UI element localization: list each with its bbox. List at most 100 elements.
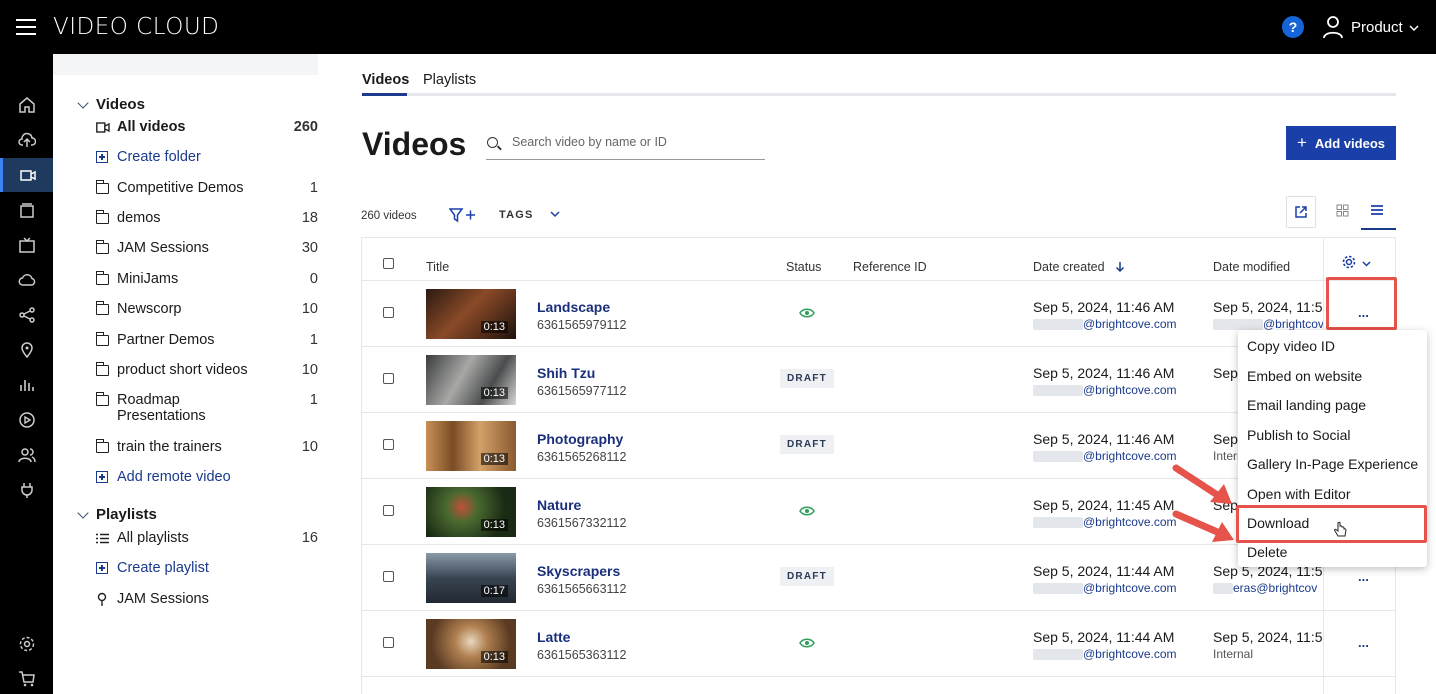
sidebar-folder[interactable]: JAM Sessions 30 [95,239,318,256]
tags-filter[interactable]: TAGS [499,209,534,221]
folder-icon [95,392,109,406]
sidebar-folder[interactable]: Partner Demos 1 [95,331,318,348]
add-filter-icon[interactable] [449,207,477,223]
plugin-icon[interactable] [0,473,53,507]
created-by: @brightcove.com [1033,647,1177,661]
menu-item-copy-video-id[interactable]: Copy video ID [1247,338,1335,354]
video-title-link[interactable]: Landscape [537,299,610,315]
add-videos-button[interactable]: + Add videos [1286,126,1396,160]
sidebar-folder[interactable]: Newscorp 10 [95,300,318,317]
sidebar-item-all-videos[interactable]: All videos 260 [96,119,318,135]
video-title-link[interactable]: Nature [537,497,581,513]
search-field[interactable] [486,132,765,160]
video-thumbnail[interactable]: 0:13 [426,619,516,669]
tab-videos[interactable]: Videos [362,72,409,88]
menu-item-email-landing-page[interactable]: Email landing page [1247,397,1366,413]
video-thumbnail[interactable]: 0:13 [426,487,516,537]
status-column-header[interactable]: Status [786,260,821,274]
menu-item-embed-on-website[interactable]: Embed on website [1247,368,1362,384]
upload-icon[interactable] [0,123,53,157]
folder-label: Newscorp [117,301,182,317]
videos-section-toggle[interactable]: Videos [77,96,145,113]
video-thumbnail[interactable]: 0:13 [426,355,516,405]
row-actions-button[interactable]: ... [1358,635,1369,650]
select-all-checkbox[interactable] [383,258,394,269]
create-playlist-button[interactable]: Create playlist [96,560,209,576]
modified-by-email: @brightcove.com [1263,317,1323,331]
status-badge: DRAFT [780,369,834,388]
date-created: Sep 5, 2024, 11:46 AM [1033,299,1175,315]
row-checkbox[interactable] [383,307,394,318]
sidebar-item-jam-sessions-playlist[interactable]: JAM Sessions [96,591,209,607]
reference-id-column-header[interactable]: Reference ID [853,260,927,274]
menu-item-open-with-editor[interactable]: Open with Editor [1247,486,1351,502]
row-actions-button[interactable]: ... [1358,569,1369,584]
video-thumbnail[interactable]: 0:17 [426,553,516,603]
analytics-icon[interactable] [0,368,53,402]
chevron-down-icon[interactable] [550,209,560,219]
sort-down-arrow-icon[interactable] [1115,261,1125,273]
sidebar-folder[interactable]: demos 18 [95,209,318,226]
search-input[interactable] [512,135,757,149]
playlists-section-toggle[interactable]: Playlists [77,506,157,523]
users-icon[interactable] [0,438,53,472]
sidebar-folder[interactable]: product short videos 10 [95,361,318,378]
account-name[interactable]: Product [1351,19,1403,36]
playlist-icon[interactable] [0,193,53,227]
menu-item-delete[interactable]: Delete [1247,544,1287,560]
created-by: @brightcove.com [1033,383,1177,397]
sidebar-folder[interactable]: train the trainers 10 [95,438,318,455]
date-created-column-header[interactable]: Date created [1033,260,1105,274]
video-thumbnail[interactable]: 0:13 [426,289,516,339]
list-view-icon[interactable] [1370,204,1384,216]
grid-view-icon[interactable] [1336,204,1349,217]
app-logo[interactable]: VIDEO CLOUD [53,14,219,40]
sidebar-folder[interactable]: Competitive Demos 1 [95,179,318,196]
row-checkbox[interactable] [383,571,394,582]
sidebar-folder[interactable]: Roadmap Presentations 1 [95,392,318,424]
video-title-link[interactable]: Latte [537,629,570,645]
export-button[interactable] [1286,196,1316,228]
menu-item-publish-to-social[interactable]: Publish to Social [1247,427,1351,443]
video-title-link[interactable]: Shih Tzu [537,365,595,381]
media-icon[interactable] [0,158,53,192]
sidebar-item-all-playlists[interactable]: All playlists 16 [96,530,318,546]
chevron-down-icon[interactable] [1409,23,1419,33]
tab-playlists[interactable]: Playlists [423,72,476,88]
video-title-link[interactable]: Photography [537,431,623,447]
row-checkbox[interactable] [383,439,394,450]
social-icon[interactable] [0,298,53,332]
modified-by-email: eras@brightcov [1233,581,1318,595]
video-thumbnail[interactable]: 0:13 [426,421,516,471]
folder-label: JAM Sessions [117,240,209,256]
sidebar-folder[interactable]: MiniJams 0 [95,270,318,287]
user-icon[interactable] [1322,15,1344,39]
gear-icon[interactable] [1342,255,1372,271]
folder-count: 1 [309,392,318,408]
cloud-icon[interactable] [0,263,53,297]
live-icon[interactable] [0,228,53,262]
settings-icon[interactable] [0,627,53,661]
home-icon[interactable] [0,88,53,122]
duration-label: 0:13 [480,453,508,465]
title-column-header[interactable]: Title [426,260,449,274]
video-count: 260 videos [361,210,417,222]
row-checkbox[interactable] [383,373,394,384]
annotation-highlight-box [1326,277,1397,330]
row-checkbox[interactable] [383,505,394,516]
location-icon[interactable] [0,333,53,367]
add-remote-video-button[interactable]: Add remote video [96,469,231,485]
player-icon[interactable] [0,403,53,437]
video-title-link[interactable]: Skyscrapers [537,563,620,579]
video-id: 6361565977112 [537,384,627,398]
help-button[interactable]: ? [1282,16,1304,38]
create-folder-button[interactable]: Create folder [96,149,201,165]
cart-icon[interactable] [0,662,53,694]
folder-count: 0 [309,271,318,287]
row-checkbox[interactable] [383,637,394,648]
table-row[interactable]: 0:13 Latte 6361565363112 Sep 5, 2024, 11… [362,611,1395,677]
date-modified-column-header[interactable]: Date modified [1213,260,1290,274]
menu-item-gallery-in-page-experience[interactable]: Gallery In-Page Experience [1247,456,1418,472]
hamburger-menu-icon[interactable] [16,19,36,35]
folder-count: 10 [301,301,318,317]
